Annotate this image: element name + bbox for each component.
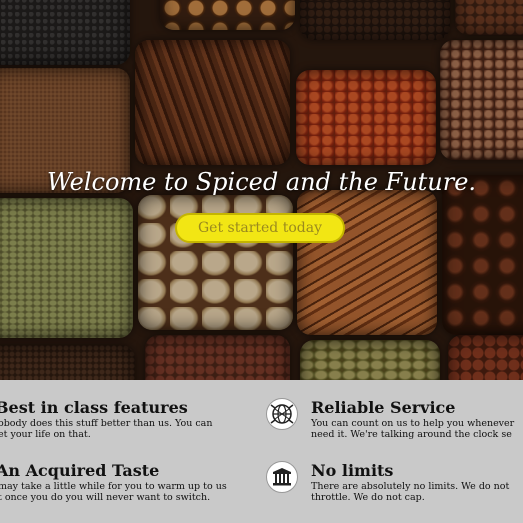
feature-title: An Acquired Taste (0, 461, 160, 480)
hero-section: Welcome to Spiced and the Future. Get st… (0, 0, 523, 380)
feature-desc-line: t once you do you will never want to swi… (0, 492, 211, 503)
feature-desc-line: throttle. We do not cap. (311, 492, 425, 503)
feature-desc-line: may take a little while for you to warm … (0, 481, 227, 492)
feature-desc-line: obody does this stuff better than us. Yo… (0, 418, 213, 429)
bank-icon (266, 461, 298, 493)
globe-icon (266, 398, 298, 430)
feature-desc-line: et your life on that. (0, 429, 91, 440)
feature-title: Best in class features (0, 398, 188, 417)
get-started-button[interactable]: Get started today (175, 213, 345, 243)
feature-desc-line: You can count on us to help you whenever (311, 418, 515, 429)
feature-desc-line: need it. We're talking around the clock … (311, 429, 512, 440)
feature-desc-line: There are absolutely no limits. We do no… (311, 481, 510, 492)
feature-title: No limits (311, 461, 394, 480)
feature-title: Reliable Service (311, 398, 456, 417)
features-section: Best in class features obody does this s… (0, 380, 523, 523)
hero-title: Welcome to Spiced and the Future. (46, 168, 477, 196)
